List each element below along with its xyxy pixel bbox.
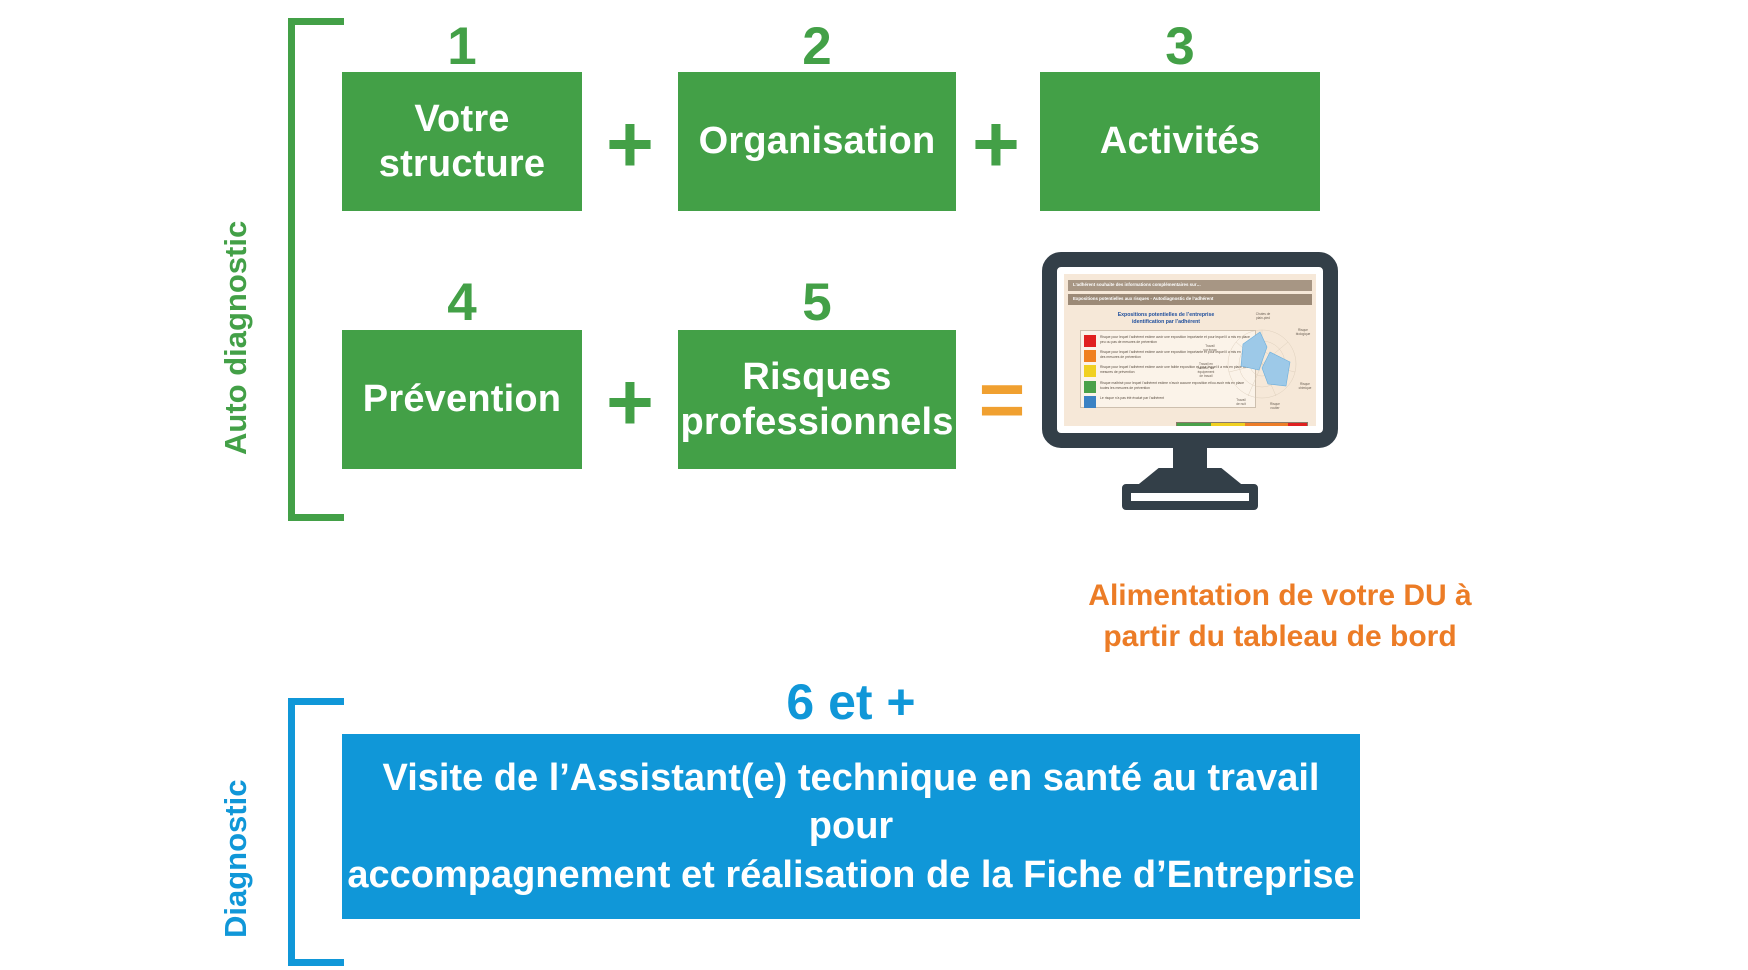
radar-axis-label: Chutes de plain-pied [1255, 312, 1271, 321]
screen-risk-scale [1176, 422, 1308, 426]
radar-axis-label: Travail sur écran [1203, 344, 1217, 353]
plus-operator-2: + [972, 99, 1020, 190]
step-box-prevention: Prévention [342, 330, 582, 469]
legend-swatch [1084, 365, 1096, 378]
screen-radar-chart: Chutes de plain-pied Travail sur écran T… [1198, 312, 1314, 414]
monitor-base [1122, 484, 1258, 510]
step-number-2: 2 [802, 17, 832, 76]
step-box-risques-professionnels: Risques professionnels [678, 330, 956, 469]
diagnostic-section-label: Diagnostic [218, 779, 253, 938]
step-number-4: 4 [447, 273, 477, 332]
legend-swatch [1084, 395, 1096, 408]
step-box-organisation: Organisation [678, 72, 956, 211]
auto-diagnostic-section-label: Auto diagnostic [218, 220, 253, 455]
step-number-1: 1 [447, 17, 477, 76]
final-step-label: Visite de l’Assistant(e) technique en sa… [347, 756, 1355, 896]
monitor-frame: L’adhérent souhaite des informations com… [1042, 252, 1338, 448]
final-step-box: Visite de l’Assistant(e) technique en sa… [342, 734, 1360, 919]
scale-segment-green [1177, 423, 1211, 426]
step-label-5: Risques professionnels [680, 355, 954, 443]
radar-polygon-2 [1261, 351, 1291, 387]
diagram-canvas: Auto diagnostic 1 Votre structure + 2 Or… [0, 0, 1748, 970]
radar-axis-label: Travail de nuit [1236, 398, 1246, 407]
monitor-screen: L’adhérent souhaite des informations com… [1064, 274, 1316, 426]
result-caption: Alimentation de votre DU à partir du tab… [1088, 579, 1472, 654]
plus-operator-1: + [606, 99, 654, 190]
auto-diagnostic-bracket [288, 18, 344, 521]
step-number-3: 3 [1165, 17, 1195, 76]
radar-axis-label: Risque routier [1270, 402, 1280, 411]
final-step-number: 6 et + [786, 674, 916, 730]
radar-axis-label: Travail en hauteur, sur équipement de tr… [1197, 362, 1215, 379]
legend-text: Le risque n’a pas été évalué par l’adhér… [1100, 395, 1165, 400]
step-label-3: Activités [1099, 120, 1261, 163]
radar-axis-label: Risque biologique [1295, 328, 1311, 337]
step-label-1: Votre structure [378, 97, 546, 185]
scale-segment-red [1288, 423, 1307, 426]
equals-operator: = [978, 355, 1026, 444]
screen-header-bar-2: Expositions potentielles aux risques - A… [1068, 294, 1312, 305]
step-box-votre-structure: Votre structure [342, 72, 582, 211]
radar-axis-label: Risque chimique [1298, 382, 1312, 391]
step-box-activites: Activités [1040, 72, 1320, 211]
screen-header-bar-1: L’adhérent souhaite des informations com… [1068, 280, 1312, 291]
legend-swatch [1084, 380, 1096, 393]
plus-operator-3: + [606, 357, 654, 448]
step-label-4: Prévention [362, 378, 562, 421]
legend-swatch [1084, 335, 1096, 347]
step-label-2: Organisation [698, 120, 936, 163]
step-number-5: 5 [802, 273, 832, 332]
dashboard-monitor-illustration: L’adhérent souhaite des informations com… [1042, 252, 1338, 514]
diagnostic-bracket [288, 698, 344, 966]
scale-segment-yellow [1210, 423, 1245, 426]
legend-swatch [1084, 350, 1096, 363]
scale-segment-orange [1244, 423, 1289, 426]
